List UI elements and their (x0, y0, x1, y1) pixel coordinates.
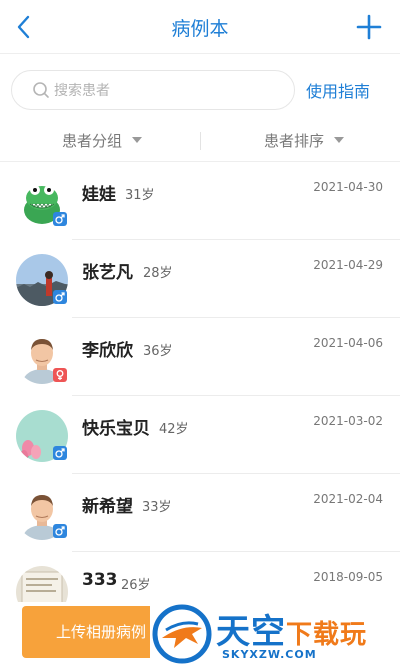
nav-bar: 病例本 (0, 0, 400, 54)
patient-name: 李欣欣 (82, 341, 133, 361)
male-icon (53, 212, 67, 226)
male-icon (53, 446, 67, 460)
watermark-url: SKYXZW.COM (222, 648, 317, 661)
patient-sort-label: 患者排序 (264, 132, 325, 150)
female-icon (53, 368, 67, 382)
patient-age: 42岁 (159, 422, 189, 437)
patient-group-dropdown[interactable]: 患者分组 (62, 130, 143, 151)
search-box[interactable] (11, 70, 295, 110)
patient-list: 娃娃 31岁 2021-04-30 张艺凡 28岁 2021-04-29 李欣欣… (0, 162, 400, 602)
patient-date: 2021-04-06 (313, 336, 383, 350)
patient-date: 2021-03-02 (313, 414, 383, 428)
bottom-bar: 上传相册病例 天空下载玩 SKYXZW.COM (0, 602, 400, 666)
add-patient-button[interactable] (352, 10, 386, 44)
patient-name: 新希望 (82, 497, 133, 517)
document-photo-avatar (16, 566, 68, 602)
patient-age: 28岁 (143, 266, 173, 281)
watermark-title: 天空下载玩 (216, 604, 367, 653)
patient-age: 26岁 (121, 578, 151, 593)
patient-sort-dropdown[interactable]: 患者排序 (264, 130, 345, 151)
patient-row[interactable]: 333 26岁 2018-09-05 (0, 552, 400, 602)
watermark-overlay: 天空下载玩 SKYXZW.COM (150, 602, 400, 666)
search-input[interactable] (54, 80, 274, 102)
patient-date: 2021-04-30 (313, 180, 383, 194)
patient-row[interactable]: 张艺凡 28岁 2021-04-29 (0, 240, 400, 318)
search-icon (33, 82, 49, 98)
patient-date: 2021-04-29 (313, 258, 383, 272)
patient-age: 36岁 (143, 344, 173, 359)
search-row: 使用指南 (0, 54, 400, 124)
male-icon (53, 290, 67, 304)
patient-name: 娃娃 (82, 185, 116, 205)
patient-row[interactable]: 娃娃 31岁 2021-04-30 (0, 162, 400, 240)
patient-name: 快乐宝贝 (82, 419, 150, 439)
patient-row[interactable]: 新希望 33岁 2021-02-04 (0, 474, 400, 552)
patient-name: 333 (82, 570, 118, 590)
upload-album-records-button[interactable]: 上传相册病例 (22, 606, 162, 658)
patient-age: 31岁 (125, 188, 155, 203)
patient-date: 2018-09-05 (313, 570, 383, 584)
patient-row[interactable]: 快乐宝贝 42岁 2021-03-02 (0, 396, 400, 474)
watermark-title-main: 天空 (216, 612, 286, 652)
watermark-logo-icon (152, 604, 212, 664)
patient-name: 张艺凡 (82, 263, 133, 283)
filter-divider (200, 132, 201, 150)
caret-down-icon (132, 136, 143, 143)
patient-age: 33岁 (142, 500, 172, 515)
male-icon (53, 524, 67, 538)
user-guide-link[interactable]: 使用指南 (306, 78, 370, 102)
caret-down-icon (334, 136, 345, 143)
patient-group-label: 患者分组 (62, 132, 123, 150)
patient-row[interactable]: 李欣欣 36岁 2021-04-06 (0, 318, 400, 396)
patient-date: 2021-02-04 (313, 492, 383, 506)
watermark-title-accent: 下载玩 (286, 620, 368, 650)
plus-icon (356, 14, 382, 40)
filter-bar: 患者分组 患者排序 (0, 124, 400, 162)
page-title: 病例本 (171, 18, 229, 40)
